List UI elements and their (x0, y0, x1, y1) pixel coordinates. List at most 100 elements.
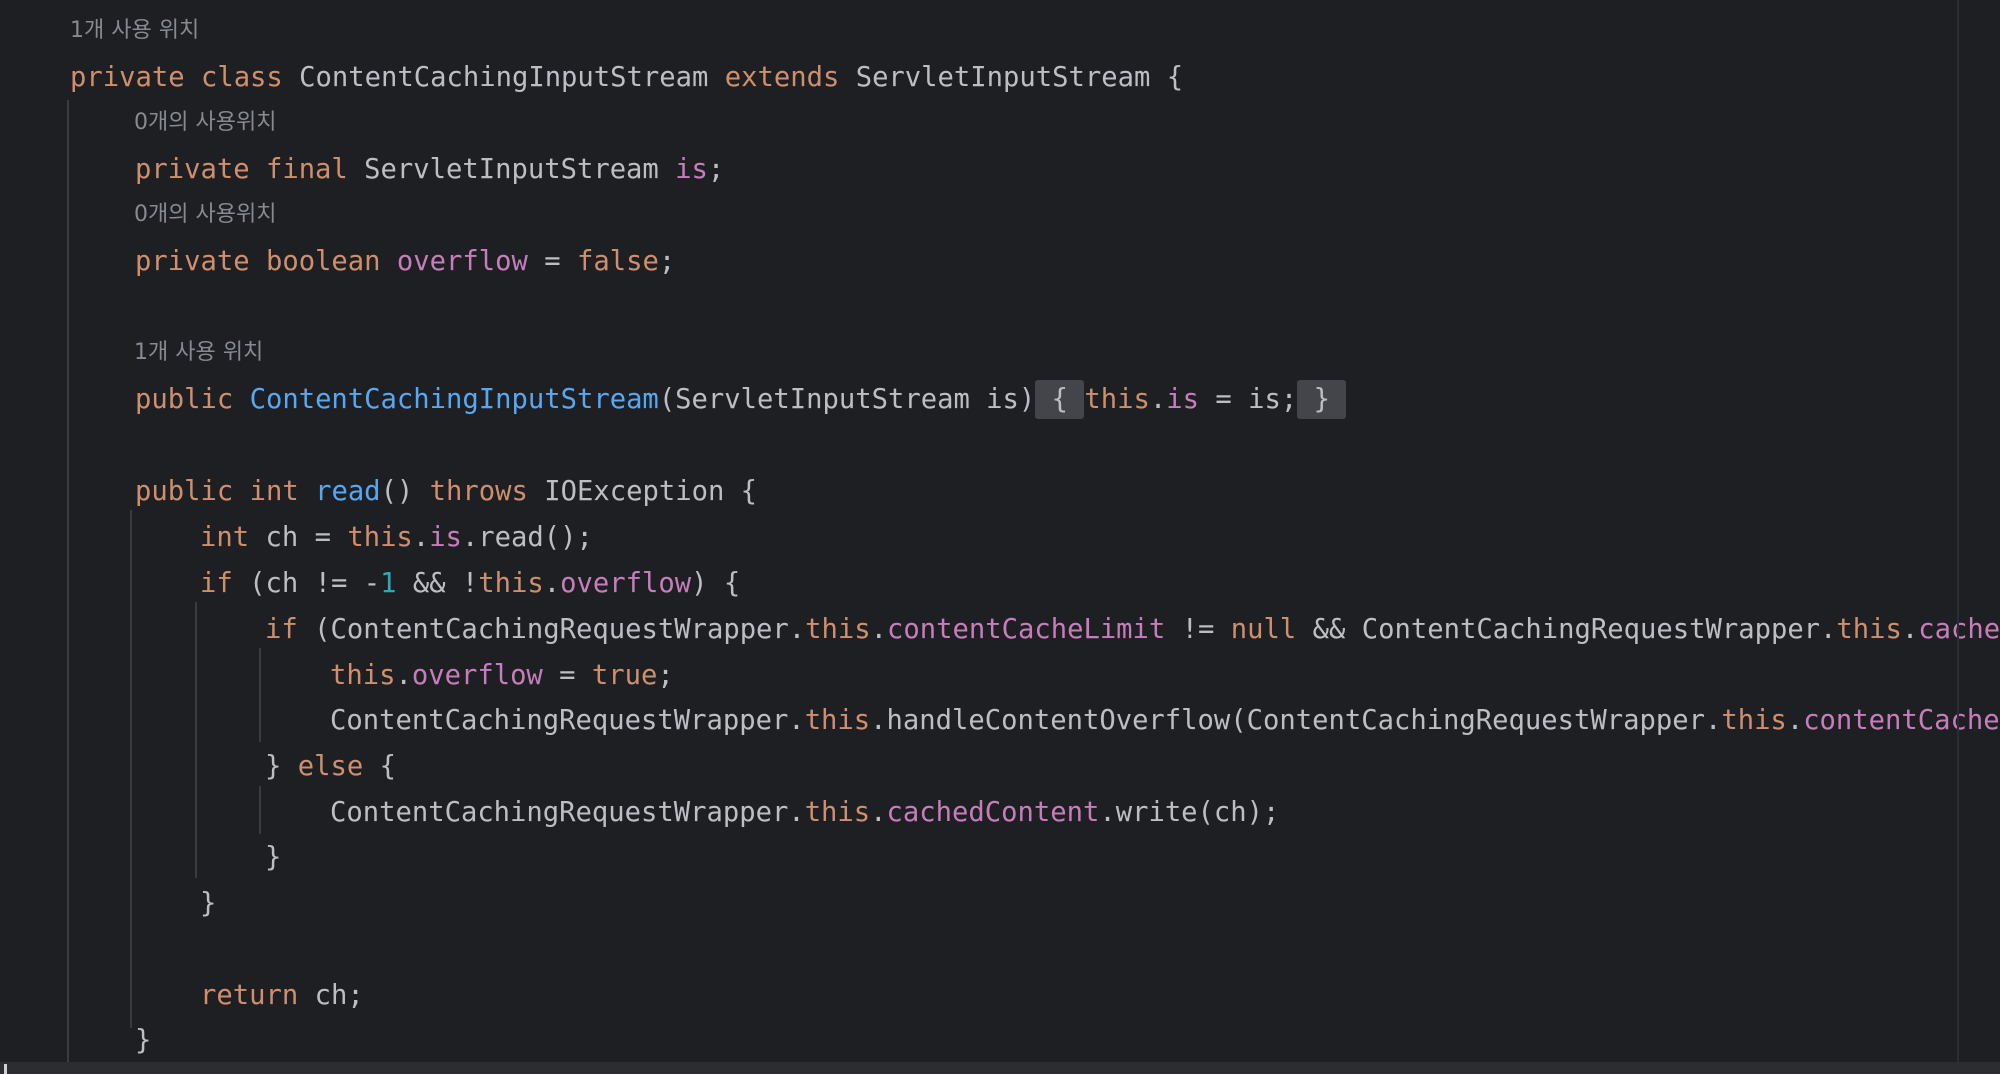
keyword-token: this (1836, 614, 1902, 645)
code-line[interactable]: private boolean overflow = false; (135, 244, 675, 280)
keyword-token: this (347, 522, 413, 553)
folded-brace-token[interactable]: } (1297, 380, 1347, 419)
keyword-token: this (804, 797, 871, 828)
code-token: . (412, 522, 430, 553)
code-line[interactable]: } (135, 1023, 151, 1059)
code-token: . (1901, 614, 1919, 645)
code-token: ContentCachingInputStream (282, 62, 725, 93)
keyword-token: this (1721, 705, 1787, 736)
code-line[interactable]: ContentCachingRequestWrapper.this.handle… (330, 703, 2000, 739)
indent-guide (130, 510, 132, 1028)
code-token: (ServletInputStream is) (658, 384, 1036, 415)
code-token: ; (658, 246, 676, 277)
code-token: .handleContentOverflow(ContentCachingReq… (870, 705, 1722, 736)
code-token: ch = (249, 522, 348, 553)
keyword-token: public (135, 476, 234, 507)
code-line[interactable]: } else { (265, 749, 396, 785)
usages-hint[interactable]: 0개의 사용위치 (134, 200, 276, 230)
usages-hint[interactable]: 0개의 사용위치 (134, 108, 276, 138)
code-line[interactable]: public int read() throws IOException { (135, 474, 757, 510)
code-token: ServletInputStream (347, 154, 676, 185)
keyword-token: if (200, 568, 233, 599)
code-token: ContentCachingRequestWrapper. (330, 797, 805, 828)
keyword-token: public (135, 384, 234, 415)
code-token: ContentCachingRequestWrapper. (330, 705, 805, 736)
code-token: .write(ch); (1099, 797, 1280, 828)
code-token: . (870, 614, 888, 645)
code-line[interactable]: public ContentCachingInputStream(Servlet… (135, 380, 1347, 419)
keyword-token: int (200, 522, 250, 553)
code-line[interactable]: int ch = this.is.read(); (200, 520, 593, 556)
code-token: . (1786, 705, 1804, 736)
code-line[interactable]: if (ContentCachingRequestWrapper.this.co… (265, 612, 2000, 648)
keyword-token: int (249, 476, 299, 507)
code-token: . (543, 568, 561, 599)
code-token: .read(); (461, 522, 593, 553)
keyword-token: this (804, 705, 871, 736)
keyword-token: this (1084, 384, 1150, 415)
number-token: 1 (380, 568, 397, 599)
indent-guide (195, 602, 197, 878)
code-token: . (395, 660, 412, 691)
usages-hint[interactable]: 1개 사용 위치 (70, 16, 199, 46)
field-token: contentCacheLimit (887, 614, 1166, 645)
keyword-token: this (478, 568, 544, 599)
editor-bottom-strip (0, 1062, 2000, 1074)
keyword-token: this (330, 660, 396, 691)
code-line[interactable]: } (200, 886, 216, 922)
keyword-token: boolean (265, 246, 381, 277)
code-token: = (527, 246, 577, 277)
code-token: . (870, 797, 887, 828)
code-token: IOException { (527, 476, 758, 507)
code-token: ServletInputStream { (839, 62, 1184, 93)
code-token: && ContentCachingRequestWrapper. (1296, 614, 1837, 645)
keyword-token: if (265, 614, 298, 645)
code-line[interactable]: private final ServletInputStream is; (135, 152, 724, 188)
code-token: != (1165, 614, 1231, 645)
code-token: ) { (691, 568, 741, 599)
indent-guide (67, 100, 69, 1062)
code-token: = (542, 660, 592, 691)
keyword-token: else (297, 751, 364, 782)
code-token: ch; (298, 980, 364, 1011)
keyword-token: extends (724, 62, 840, 93)
keyword-token: class (200, 62, 283, 93)
keyword-token: this (805, 614, 871, 645)
code-token: } (265, 751, 298, 782)
code-line[interactable]: return ch; (200, 978, 364, 1014)
field-token: is (675, 154, 708, 185)
code-token: () (380, 476, 430, 507)
code-line[interactable]: if (ch != -1 && !this.overflow) { (200, 566, 740, 602)
field-token: overflow (396, 246, 528, 277)
keyword-token: return (200, 980, 299, 1011)
code-token: (ContentCachingRequestWrapper. (297, 614, 806, 645)
keyword-token: true (591, 660, 658, 691)
code-token: = is; (1199, 384, 1298, 415)
keyword-token: private (70, 62, 185, 93)
method-name-token: ContentCachingInputStream (249, 384, 659, 415)
code-token: ; (707, 154, 725, 185)
code-editor[interactable]: 1개 사용 위치 private class ContentCachingInp… (0, 0, 2000, 1074)
code-token: (ch != - (232, 568, 381, 599)
usages-hint[interactable]: 1개 사용 위치 (134, 338, 263, 368)
field-token: is (429, 522, 462, 553)
code-token: ; (657, 660, 674, 691)
code-line[interactable]: } (265, 840, 281, 876)
code-token: } (200, 888, 217, 919)
code-line[interactable]: this.overflow = true; (330, 658, 674, 694)
code-line[interactable]: private class ContentCachingInputStream … (70, 60, 1183, 96)
keyword-token: private (135, 246, 250, 277)
keyword-token: final (265, 154, 348, 185)
code-line[interactable]: ContentCachingRequestWrapper.this.cached… (330, 795, 1279, 831)
field-token: overflow (560, 568, 692, 599)
keyword-token: private (135, 154, 250, 185)
code-token: { (363, 751, 396, 782)
folded-brace-token[interactable]: { (1035, 380, 1085, 419)
code-token: } (135, 1025, 152, 1056)
